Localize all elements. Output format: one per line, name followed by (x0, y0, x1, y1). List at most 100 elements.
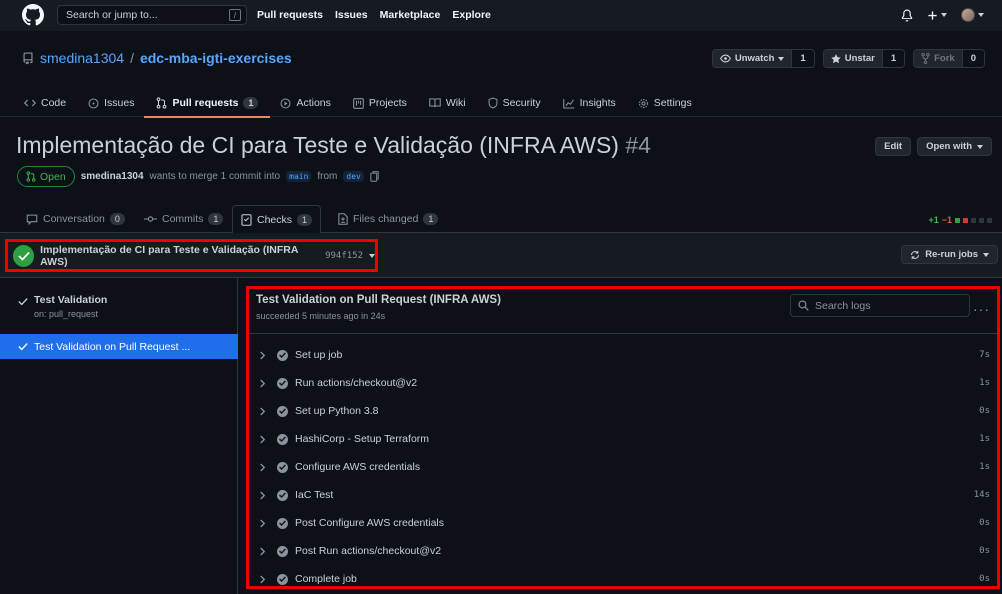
tab-pull-requests-label: Pull requests (172, 97, 239, 109)
tab-wiki-label: Wiki (445, 97, 466, 109)
tab-code-label: Code (41, 97, 67, 109)
unstar-label: Unstar (844, 53, 875, 64)
step-duration: 7s (979, 350, 990, 360)
shield-icon (488, 97, 498, 109)
commit-sha[interactable]: 994f152 (325, 251, 363, 261)
chevron-right-icon (260, 547, 266, 555)
rerun-jobs-label: Re-run jobs (925, 249, 978, 260)
tab-issues[interactable]: Issues (86, 89, 136, 117)
tab-code[interactable]: Code (22, 89, 68, 117)
bell-icon[interactable] (901, 9, 913, 22)
edit-button[interactable]: Edit (875, 137, 912, 156)
step-row[interactable]: Post Run actions/checkout@v2 0s (249, 537, 997, 565)
step-row[interactable]: Post Configure AWS credentials 0s (249, 509, 997, 537)
chevron-down-icon (983, 252, 989, 257)
chevron-right-icon (260, 463, 266, 471)
github-logo-icon[interactable] (22, 4, 44, 26)
nav-issues[interactable]: Issues (335, 9, 368, 21)
fork-button[interactable]: Fork (914, 50, 962, 67)
search-placeholder: Search or jump to... (66, 9, 158, 21)
check-circle-icon (277, 377, 288, 389)
tab-projects[interactable]: Projects (351, 89, 409, 117)
watch-count[interactable]: 1 (791, 50, 814, 67)
workflow-name: Test Validation (34, 294, 108, 306)
tab-insights[interactable]: Insights (561, 89, 618, 117)
profile-menu[interactable] (961, 8, 984, 22)
check-suite-title[interactable]: Implementação de CI para Teste e Validaç… (5, 239, 378, 272)
fork-count[interactable]: 0 (961, 50, 984, 67)
pr-author-link[interactable]: smedina1304 (81, 171, 144, 182)
watch-button-group: Unwatch 1 (711, 49, 815, 68)
workflow-item[interactable]: Test Validation on: pull_request (18, 294, 107, 319)
step-name: IaC Test (295, 489, 334, 501)
nav-marketplace[interactable]: Marketplace (380, 9, 441, 21)
step-row[interactable]: Complete job 0s (249, 565, 997, 586)
step-row[interactable]: IaC Test 14s (249, 481, 997, 509)
tab-pull-requests[interactable]: Pull requests 1 (144, 89, 271, 118)
tab-issues-label: Issues (104, 97, 135, 109)
chevron-right-icon (260, 407, 266, 415)
repo-owner-link[interactable]: smedina1304 (40, 50, 124, 66)
tab-wiki[interactable]: Wiki (427, 89, 468, 117)
rerun-jobs-button[interactable]: Re-run jobs (901, 245, 998, 264)
copy-icon[interactable] (370, 171, 379, 182)
tab-conversation[interactable]: Conversation 0 (18, 205, 133, 233)
unwatch-button[interactable]: Unwatch (712, 50, 792, 67)
step-duration: 14s (973, 490, 990, 500)
step-row[interactable]: Set up Python 3.8 0s (249, 397, 997, 425)
head-branch[interactable]: dev (343, 171, 364, 182)
kebab-horizontal-icon[interactable]: ··· (973, 301, 990, 317)
create-new-menu[interactable] (927, 10, 947, 21)
nav-explore[interactable]: Explore (452, 9, 491, 21)
repo-name-link[interactable]: edc-mba-igti-exercises (140, 50, 292, 66)
repo-actions: Unwatch 1 Unstar 1 Fork 0 (711, 49, 985, 68)
check-circle-icon (13, 244, 35, 267)
code-icon (24, 99, 36, 107)
step-name: Run actions/checkout@v2 (295, 377, 418, 389)
job-status-text: succeeded 5 minutes ago in 24s (256, 311, 386, 321)
check-circle-icon (277, 517, 288, 529)
star-icon (831, 53, 841, 63)
star-count[interactable]: 1 (881, 50, 905, 67)
tab-security[interactable]: Security (486, 89, 543, 117)
step-name: Post Run actions/checkout@v2 (295, 545, 442, 557)
job-title: Test Validation on Pull Request (INFRA A… (256, 294, 501, 306)
book-icon (429, 98, 441, 108)
check-icon (18, 343, 28, 351)
step-name: Complete job (295, 573, 357, 585)
unstar-button[interactable]: Unstar (823, 50, 882, 67)
base-branch[interactable]: main (286, 171, 312, 182)
tab-checks[interactable]: Checks 1 (232, 205, 322, 234)
status-label: Open (40, 170, 66, 183)
repo-title: smedina1304 / edc-mba-igti-exercises (22, 50, 292, 66)
nav-pull-requests[interactable]: Pull requests (257, 9, 323, 21)
job-item-selected[interactable]: Test Validation on Pull Request ... (0, 334, 238, 359)
check-circle-icon (277, 405, 288, 417)
step-row[interactable]: HashiCorp - Setup Terraform 1s (249, 425, 997, 453)
job-log-header: Test Validation on Pull Request (INFRA A… (249, 289, 997, 334)
tab-settings[interactable]: Settings (636, 89, 694, 117)
tab-actions[interactable]: Actions (278, 89, 332, 117)
chevron-right-icon (260, 491, 266, 499)
diff-block-neutral (987, 217, 992, 223)
step-row[interactable]: Set up job 7s (249, 341, 997, 369)
check-circle-icon (277, 573, 288, 585)
commits-counter: 1 (208, 213, 224, 225)
open-with-button[interactable]: Open with (917, 137, 992, 156)
search-logs-input[interactable]: Search logs (790, 294, 970, 317)
step-duration: 0s (979, 546, 990, 556)
diff-block-neutral (971, 217, 976, 223)
pr-tabs: Conversation 0 Commits 1 Checks 1 Files … (0, 205, 1002, 234)
global-search-input[interactable]: Search or jump to... / (57, 5, 247, 25)
deletions-count: −1 (941, 215, 952, 225)
diff-block-add (955, 217, 960, 223)
pull-request-icon (157, 97, 167, 109)
step-row[interactable]: Configure AWS credentials 1s (249, 453, 997, 481)
check-icon (18, 298, 28, 306)
chevron-down-icon (977, 144, 983, 149)
tab-commits[interactable]: Commits 1 (136, 205, 231, 233)
step-row[interactable]: Run actions/checkout@v2 1s (249, 369, 997, 397)
tab-files-changed[interactable]: Files changed 1 (330, 205, 446, 233)
pull-requests-counter: 1 (243, 97, 259, 109)
file-diff-icon (338, 213, 348, 225)
